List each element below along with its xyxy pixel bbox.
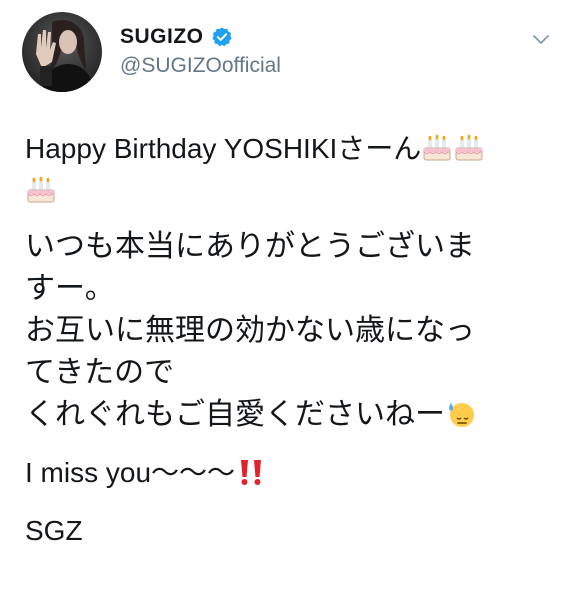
tweet-line: Happy Birthday YOSHIKIさーん	[25, 128, 550, 170]
verified-badge-icon	[211, 26, 233, 48]
birthday-cake-icon	[25, 174, 57, 206]
display-name[interactable]: SUGIZO	[120, 25, 204, 49]
sweat-face-icon	[445, 398, 477, 430]
display-name-row: SUGIZO	[120, 22, 281, 52]
birthday-cake-icon	[453, 132, 485, 164]
tweet-card: SUGIZO @SUGIZOofficial Happy Birthday YO…	[0, 0, 571, 600]
tweet-line: てきたので	[25, 355, 175, 390]
tweet-line: くれぐれもご自愛くださいねー	[25, 394, 550, 436]
tweet-line-text: I miss you〜〜〜	[25, 457, 236, 488]
tweet-line: いつも本当にありがとうございま	[25, 229, 475, 264]
avatar[interactable]	[22, 12, 102, 92]
tweet-line: I miss you〜〜〜	[25, 452, 550, 494]
chevron-down-icon[interactable]	[530, 28, 552, 50]
tweet-line: お互いに無理の効かない歳になっ	[25, 313, 475, 348]
author-block: SUGIZO @SUGIZOofficial	[120, 22, 281, 78]
birthday-cake-icon	[421, 132, 453, 164]
tweet-text: Happy Birthday YOSHIKIさーん いつも本当にありがとうござい…	[25, 128, 550, 552]
tweet-line	[25, 170, 550, 212]
tweet-line: SGZ	[25, 515, 83, 546]
author-handle[interactable]: @SUGIZOofficial	[120, 54, 281, 78]
double-exclamation-icon	[235, 456, 269, 488]
tweet-header: SUGIZO @SUGIZOofficial	[22, 8, 552, 92]
tweet-line-text: Happy Birthday YOSHIKIさーん	[25, 133, 422, 164]
tweet-line-text: くれぐれもご自愛くださいねー	[25, 397, 445, 432]
tweet-line: すー。	[25, 271, 115, 306]
